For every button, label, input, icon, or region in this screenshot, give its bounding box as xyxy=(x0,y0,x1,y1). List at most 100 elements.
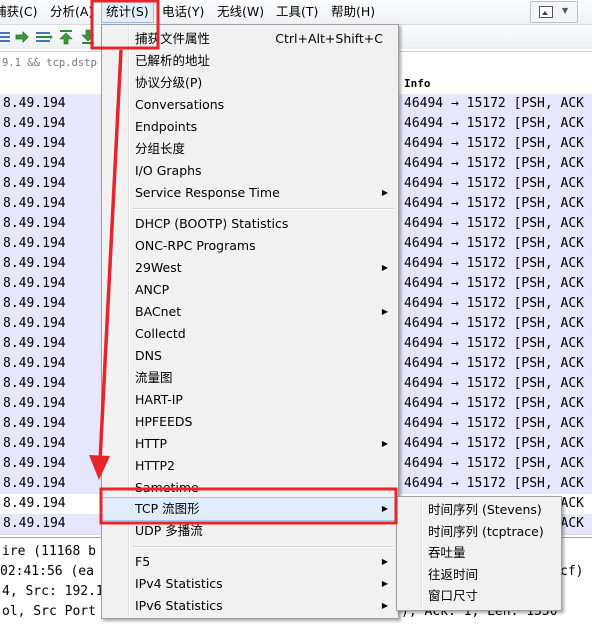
cell-info: 46494 → 15172 [PSH, ACK xyxy=(404,436,585,451)
detail-tcp-line[interactable]: ol, Src Port xyxy=(2,604,96,619)
menu-item-hpfeeds[interactable]: HPFEEDS xyxy=(102,411,398,433)
menu-item-resolved-addresses[interactable]: 已解析的地址 xyxy=(102,50,398,72)
menu-item-endpoints[interactable]: Endpoints xyxy=(102,116,398,138)
cell-info: 46494 → 15172 [PSH, ACK xyxy=(404,316,585,331)
cell-source: 8.49.194 xyxy=(3,316,66,331)
menu-item-hart-ip[interactable]: HART-IP xyxy=(102,389,398,411)
cell-info: 46494 → 15172 [PSH, ACK xyxy=(404,296,585,311)
menu-item-ancp[interactable]: ANCP xyxy=(102,279,398,301)
menu-item-sametime[interactable]: Sametime xyxy=(102,477,398,499)
menu-item-label: Endpoints xyxy=(135,119,198,134)
menu-telephony[interactable]: 电话(Y) xyxy=(162,0,204,24)
cell-source: 8.49.194 xyxy=(3,116,66,131)
menu-item-ipv6-statistics[interactable]: IPv6 Statistics ▶ xyxy=(102,595,398,617)
menu-item-onc-rpc-programs[interactable]: ONC-RPC Programs xyxy=(102,235,398,257)
cell-info: 46494 → 15172 [PSH, ACK xyxy=(404,236,585,251)
cell-info: 46494 → 15172 [PSH, ACK xyxy=(404,256,585,271)
menu-item-label: HTTP2 xyxy=(135,458,175,473)
menu-item-bacnet[interactable]: BACnet ▶ xyxy=(102,301,398,323)
cell-source: 8.49.194 xyxy=(3,236,66,251)
cell-source: 8.49.194 xyxy=(3,436,66,451)
submenu-item-label: 时间序列 (Stevens) xyxy=(428,502,542,517)
menu-item-dhcp-statistics[interactable]: DHCP (BOOTP) Statistics xyxy=(102,213,398,235)
submenu-item-label: 时间序列 (tcptrace) xyxy=(428,524,544,539)
chevron-down-icon: ▼ xyxy=(562,6,569,15)
cell-info: 46494 → 15172 [PSH, ACK xyxy=(404,356,585,371)
cell-info: 46494 → 15172 [PSH, ACK xyxy=(404,96,585,111)
menu-item-http[interactable]: HTTP ▶ xyxy=(102,433,398,455)
menu-item-capture-file-properties[interactable]: 捕获文件属性 Ctrl+Alt+Shift+C xyxy=(102,28,398,50)
menu-item-flow-graph[interactable]: 流量图 xyxy=(102,367,398,389)
menu-item-udp-multicast-streams[interactable]: UDP 多播流 xyxy=(102,520,398,542)
submenu-item-time-sequence-stevens[interactable]: 时间序列 (Stevens) xyxy=(397,499,561,521)
menu-item-ipv4-statistics[interactable]: IPv4 Statistics ▶ xyxy=(102,573,398,595)
menu-item-label: IPv4 Statistics xyxy=(135,576,223,591)
submenu-arrow-icon: ▶ xyxy=(381,188,388,197)
submenu-item-label: 往返时间 xyxy=(428,567,479,582)
menu-bar: 捕获(C) 分析(A) 统计(S) 电话(Y) 无线(W) 工具(T) 帮助(H… xyxy=(0,0,592,25)
detail-ethernet-line[interactable]: 02:41:56 (ea xyxy=(0,564,94,579)
detail-ip-line[interactable]: 4, Src: 192.1 xyxy=(2,584,104,599)
menu-item-label: 已解析的地址 xyxy=(135,53,211,68)
menu-item-label: Service Response Time xyxy=(135,185,280,200)
go-bottom-icon[interactable] xyxy=(80,29,96,45)
cell-source: 8.49.194 xyxy=(3,276,66,291)
menu-item-tcp-stream-graphs[interactable]: TCP 流图形 ▶ xyxy=(102,497,398,521)
menu-item-dns[interactable]: DNS xyxy=(102,345,398,367)
statistics-menu: 捕获文件属性 Ctrl+Alt+Shift+C 已解析的地址 协议分级(P) Co… xyxy=(101,24,399,619)
menu-analyze[interactable]: 分析(A) xyxy=(50,0,93,24)
menu-item-label: 协议分级(P) xyxy=(135,75,203,90)
jump-to-packet-icon[interactable] xyxy=(34,29,54,45)
menu-separator xyxy=(132,546,394,548)
menu-item-packet-lengths[interactable]: 分组长度 xyxy=(102,138,398,160)
window-options-button[interactable]: ▼ xyxy=(530,1,578,23)
forward-arrow-icon[interactable] xyxy=(14,29,30,45)
submenu-item-label: 吞吐量 xyxy=(428,545,466,560)
cell-info: 46494 → 15172 [PSH, ACK xyxy=(404,396,585,411)
menu-item-service-response-time[interactable]: Service Response Time ▶ xyxy=(102,182,398,204)
cell-info: 46494 → 15172 [PSH, ACK xyxy=(404,376,585,391)
cell-info: 46494 → 15172 [PSH, ACK xyxy=(404,276,585,291)
cell-info: 46494 → 15172 [PSH, ACK xyxy=(404,216,585,231)
menu-item-io-graphs[interactable]: I/O Graphs xyxy=(102,160,398,182)
display-filter-input[interactable] xyxy=(2,54,98,71)
cell-source: 8.49.194 xyxy=(3,156,66,171)
menu-statistics[interactable]: 统计(S) xyxy=(101,1,154,23)
submenu-arrow-icon: ▶ xyxy=(381,504,388,513)
image-icon xyxy=(539,6,553,18)
menu-item-29west[interactable]: 29West ▶ xyxy=(102,257,398,279)
menu-item-http2[interactable]: HTTP2 xyxy=(102,455,398,477)
menu-item-protocol-hierarchy[interactable]: 协议分级(P) xyxy=(102,72,398,94)
submenu-item-throughput[interactable]: 吞吐量 xyxy=(397,542,561,564)
submenu-arrow-icon: ▶ xyxy=(381,557,388,566)
cell-source: 8.49.194 xyxy=(3,136,66,151)
menu-help[interactable]: 帮助(H) xyxy=(331,0,375,24)
cell-source: 8.49.194 xyxy=(3,216,66,231)
go-top-icon[interactable] xyxy=(58,29,74,45)
menu-item-shortcut: Ctrl+Alt+Shift+C xyxy=(275,31,383,46)
menu-separator xyxy=(132,208,394,210)
cell-source: 8.49.194 xyxy=(3,296,66,311)
submenu-arrow-icon: ▶ xyxy=(381,263,388,272)
cell-source: 8.49.194 xyxy=(3,176,66,191)
menu-capture[interactable]: 捕获(C) xyxy=(0,0,37,24)
cell-info: 46494 → 15172 [PSH, ACK xyxy=(404,336,585,351)
submenu-item-window-scaling[interactable]: 窗口尺寸 xyxy=(397,585,561,607)
cell-source: 8.49.194 xyxy=(3,456,66,471)
detail-frame-line[interactable]: ire (11168 b xyxy=(2,544,96,559)
menu-item-label: UDP 多播流 xyxy=(135,523,203,538)
column-header-info[interactable]: Info xyxy=(404,77,431,90)
list-icon[interactable] xyxy=(0,29,14,45)
cell-source: 8.49.194 xyxy=(3,356,66,371)
cell-source: 8.49.194 xyxy=(3,496,66,511)
menu-item-conversations[interactable]: Conversations xyxy=(102,94,398,116)
cell-source: 8.49.194 xyxy=(3,336,66,351)
menu-wireless[interactable]: 无线(W) xyxy=(217,0,264,24)
menu-item-f5[interactable]: F5 ▶ xyxy=(102,551,398,573)
submenu-item-time-sequence-tcptrace[interactable]: 时间序列 (tcptrace) xyxy=(397,521,561,543)
menu-item-collectd[interactable]: Collectd xyxy=(102,323,398,345)
menu-item-label: HART-IP xyxy=(135,392,183,407)
menu-item-label: 流量图 xyxy=(135,370,173,385)
submenu-item-round-trip-time[interactable]: 往返时间 xyxy=(397,564,561,586)
menu-tools[interactable]: 工具(T) xyxy=(276,0,318,24)
